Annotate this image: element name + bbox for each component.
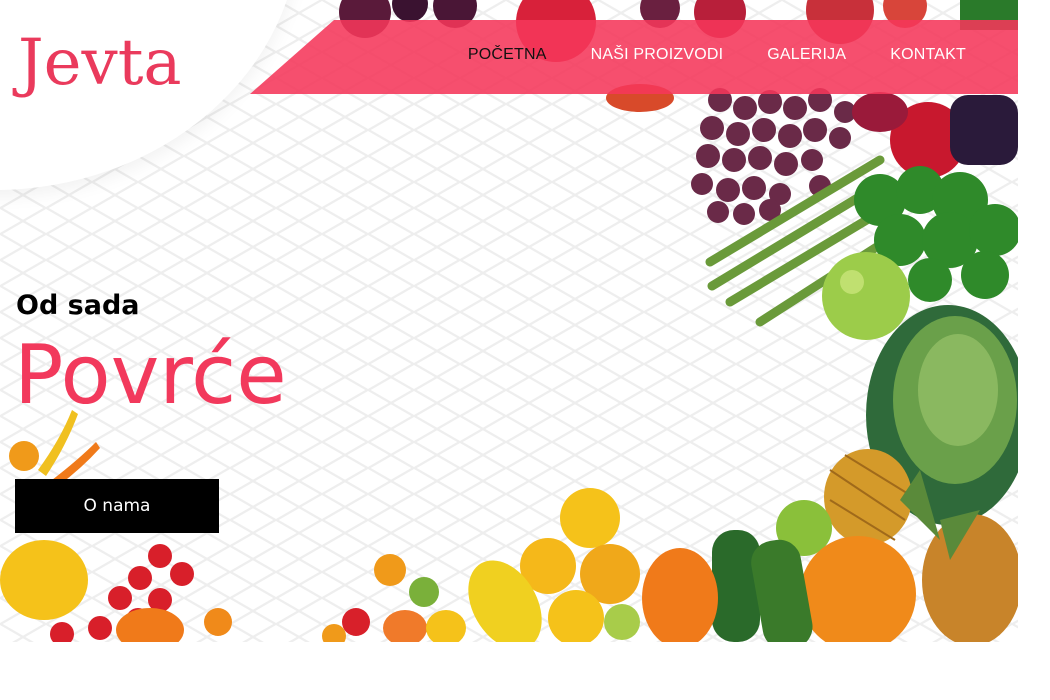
hero-headline: Povrće (14, 328, 287, 423)
about-us-button[interactable]: O nama (15, 479, 219, 533)
hero-eyebrow: Od sada (16, 290, 140, 321)
nav-item-nasi-proizvodi[interactable]: NAŠI PROIZVODI (591, 46, 724, 64)
main-nav: POČETNA NAŠI PROIZVODI GALERIJA KONTAKT (468, 46, 966, 64)
hero-section: Jevta POČETNA NAŠI PROIZVODI GALERIJA KO… (0, 0, 1018, 642)
nav-item-kontakt[interactable]: KONTAKT (890, 46, 966, 64)
page-right-margin (1018, 0, 1050, 700)
logo[interactable]: Jevta (18, 26, 182, 100)
page-bottom-margin (0, 642, 1050, 700)
nav-item-pocetna[interactable]: POČETNA (468, 46, 547, 64)
nav-item-galerija[interactable]: GALERIJA (767, 46, 846, 64)
